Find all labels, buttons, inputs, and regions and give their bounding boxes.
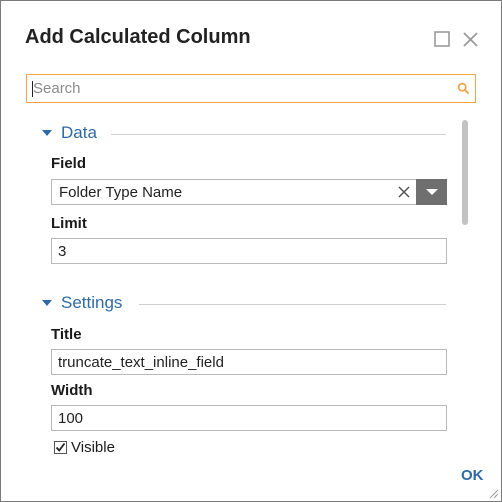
section-header-data[interactable]: Data bbox=[41, 123, 446, 145]
field-select[interactable]: Folder Type Name bbox=[51, 179, 447, 205]
field-select-value: Folder Type Name bbox=[59, 184, 183, 201]
dialog-title: Add Calculated Column bbox=[25, 26, 251, 48]
visible-checkbox[interactable] bbox=[54, 441, 67, 454]
close-button[interactable] bbox=[462, 31, 479, 48]
section-label-settings: Settings bbox=[61, 293, 123, 312]
section-divider bbox=[139, 304, 446, 305]
maximize-button[interactable] bbox=[434, 31, 451, 48]
triangle-down-icon bbox=[42, 130, 52, 136]
clear-x-icon[interactable] bbox=[397, 185, 411, 199]
dropdown-arrow-icon bbox=[426, 189, 438, 195]
close-icon bbox=[463, 32, 478, 47]
triangle-down-icon bbox=[42, 300, 52, 306]
limit-label: Limit bbox=[51, 215, 87, 232]
width-field[interactable] bbox=[52, 406, 446, 430]
field-dropdown-button[interactable] bbox=[416, 179, 447, 205]
title-label: Title bbox=[51, 326, 82, 343]
search-box bbox=[26, 74, 476, 103]
resize-grip-icon[interactable] bbox=[487, 487, 499, 499]
title-field-box bbox=[51, 349, 447, 375]
limit-field-box bbox=[51, 238, 447, 264]
checkmark-icon bbox=[55, 442, 66, 452]
section-divider bbox=[111, 134, 446, 135]
ok-button[interactable]: OK bbox=[461, 467, 484, 484]
section-header-settings[interactable]: Settings bbox=[41, 293, 446, 315]
search-icon[interactable] bbox=[457, 82, 470, 95]
visible-label: Visible bbox=[71, 439, 115, 456]
limit-field[interactable] bbox=[52, 239, 446, 263]
scrollbar-thumb[interactable] bbox=[462, 120, 468, 225]
search-input[interactable] bbox=[27, 75, 433, 102]
field-label: Field bbox=[51, 155, 87, 172]
width-field-box bbox=[51, 405, 447, 431]
section-label-data: Data bbox=[61, 123, 97, 142]
title-field[interactable] bbox=[52, 350, 446, 374]
text-cursor bbox=[32, 81, 33, 97]
width-label: Width bbox=[51, 382, 93, 399]
maximize-icon bbox=[434, 31, 450, 47]
add-calculated-column-dialog: Add Calculated Column Data Field Folder … bbox=[0, 0, 502, 502]
